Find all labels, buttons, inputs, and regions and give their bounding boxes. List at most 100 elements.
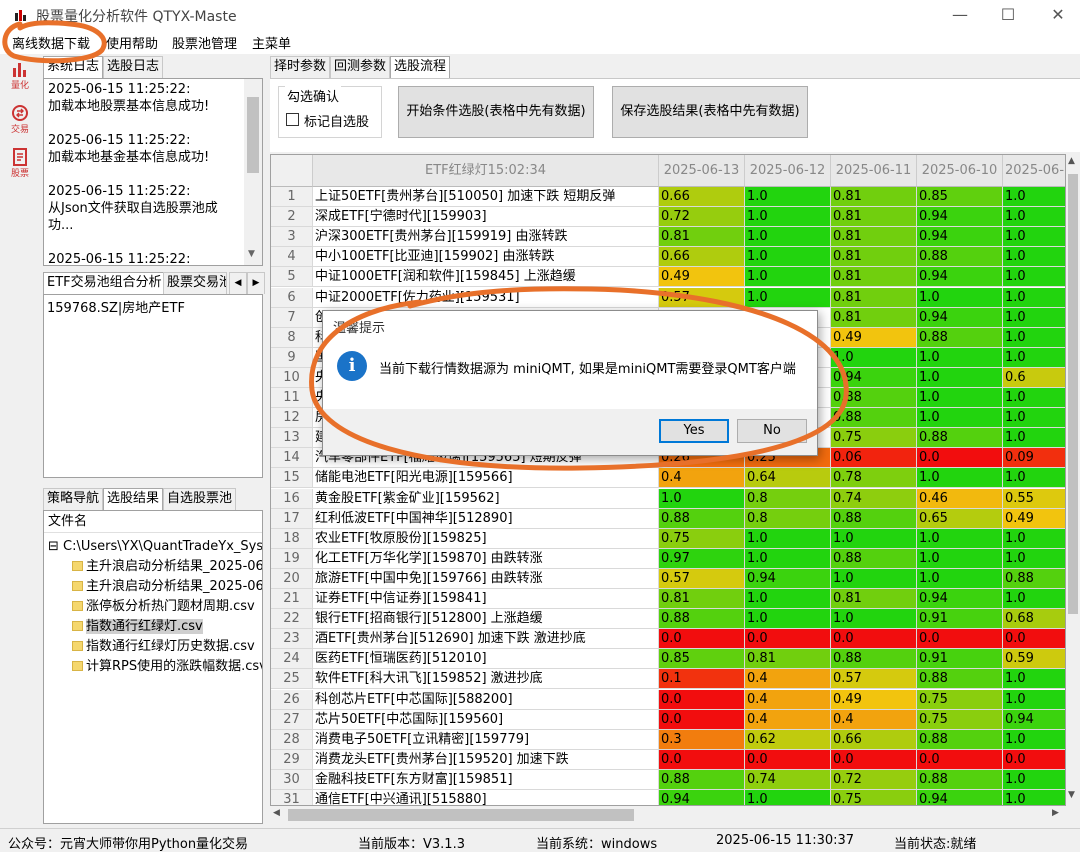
score-cell[interactable]: 1.0 xyxy=(1003,307,1065,328)
score-cell[interactable]: 0.88 xyxy=(659,508,745,529)
score-cell[interactable]: 1.0 xyxy=(745,267,831,288)
score-cell[interactable]: 0.75 xyxy=(831,790,917,805)
score-cell[interactable]: 0.94 xyxy=(917,589,1003,609)
tree-file-item[interactable]: 主升浪启动分析结果_2025-06 xyxy=(48,557,262,577)
score-cell[interactable]: 1.0 xyxy=(1003,689,1065,710)
close-button[interactable]: ✕ xyxy=(1038,4,1078,26)
table-header-date[interactable]: 2025-06-13 xyxy=(659,155,745,187)
table-header-date[interactable]: 2025-06-10 xyxy=(917,155,1003,187)
score-cell[interactable]: 0.0 xyxy=(1003,749,1065,770)
score-cell[interactable]: 0.94 xyxy=(917,227,1003,248)
score-cell[interactable]: 1.0 xyxy=(745,287,831,308)
tree-file-item[interactable]: 计算RPS使用的涨跌幅数据.csv xyxy=(48,657,262,677)
score-cell[interactable]: 0.88 xyxy=(659,609,745,630)
score-cell[interactable]: 0.75 xyxy=(917,689,1003,710)
score-cell[interactable]: 0.06 xyxy=(831,448,917,469)
score-cell[interactable]: 0.66 xyxy=(659,187,745,207)
table-horizontal-scrollbar[interactable]: ◀ ▶ xyxy=(270,806,1066,824)
score-cell[interactable]: 0.0 xyxy=(831,629,917,650)
score-cell[interactable]: 0.81 xyxy=(831,589,917,609)
score-cell[interactable]: 1.0 xyxy=(1003,468,1065,489)
score-cell[interactable]: 1.0 xyxy=(917,548,1003,569)
table-row[interactable]: 1 上证50ETF[贵州茅台][510050] 加速下跌 短期反弹 0.66 1.0 0… xyxy=(271,187,1065,207)
score-cell[interactable]: 1.0 xyxy=(1003,669,1065,690)
table-row[interactable]: 27 芯片50ETF[中芯国际][159560] 0.0 0.4 0.4 0.75 0.94 xyxy=(271,709,1065,730)
score-cell[interactable]: 0.88 xyxy=(831,508,917,529)
score-cell[interactable]: 1.0 xyxy=(831,347,917,368)
tab-etf-pool[interactable]: ETF交易池组合分析 xyxy=(43,272,166,295)
score-cell[interactable]: 0.46 xyxy=(917,488,1003,509)
score-cell[interactable]: 0.4 xyxy=(745,669,831,690)
etf-name-cell[interactable]: 上证50ETF[贵州茅台][510050] 加速下跌 短期反弹 xyxy=(313,187,659,207)
score-cell[interactable]: 1.0 xyxy=(917,568,1003,589)
score-cell[interactable]: 0.88 xyxy=(917,669,1003,690)
yes-button[interactable]: Yes xyxy=(659,419,729,443)
score-cell[interactable]: 0.66 xyxy=(831,729,917,750)
score-cell[interactable]: 1.0 xyxy=(831,609,917,630)
score-cell[interactable]: 0.8 xyxy=(745,508,831,529)
score-cell[interactable]: 0.94 xyxy=(917,307,1003,328)
score-cell[interactable]: 1.0 xyxy=(1003,227,1065,248)
score-cell[interactable]: 0.88 xyxy=(917,769,1003,790)
score-cell[interactable]: 0.94 xyxy=(917,790,1003,805)
score-cell[interactable]: 1.0 xyxy=(1003,790,1065,805)
log-scroll-thumb[interactable] xyxy=(247,97,259,173)
score-cell[interactable]: 1.0 xyxy=(1003,247,1065,268)
tab-scroll-left[interactable]: ◀ xyxy=(229,272,247,294)
score-cell[interactable]: 1.0 xyxy=(745,227,831,248)
score-cell[interactable]: 0.8 xyxy=(745,488,831,509)
menu-offline-download[interactable]: 离线数据下载 xyxy=(12,33,90,52)
score-cell[interactable]: 1.0 xyxy=(745,548,831,569)
table-row[interactable]: 2 深成ETF[宁德时代][159903] 0.72 1.0 0.81 0.94 1.0 xyxy=(271,207,1065,228)
score-cell[interactable]: 0.85 xyxy=(917,187,1003,207)
score-cell[interactable]: 0.0 xyxy=(745,629,831,650)
table-row[interactable]: 21 证券ETF[中信证券][159841] 0.81 1.0 0.81 0.94 1.0 xyxy=(271,589,1065,609)
etf-name-cell[interactable]: 沪深300ETF[贵州茅台][159919] 由涨转跌 xyxy=(313,227,659,248)
tab-strategy-nav[interactable]: 策略导航 xyxy=(43,488,104,510)
score-cell[interactable]: 1.0 xyxy=(1003,207,1065,228)
score-cell[interactable]: 0.94 xyxy=(831,367,917,388)
etf-name-cell[interactable]: 通信ETF[中兴通讯][515880] xyxy=(313,790,659,805)
tab-system-log[interactable]: 系统日志 xyxy=(43,56,104,79)
table-row[interactable]: 31 通信ETF[中兴通讯][515880] 0.94 1.0 0.75 0.94 1.0 xyxy=(271,790,1065,805)
tree-expander-icon[interactable]: ⊟ xyxy=(48,539,59,554)
score-cell[interactable]: 0.0 xyxy=(745,749,831,770)
table-row[interactable]: 25 软件ETF[科大讯飞][159852] 激进抄底 0.1 0.4 0.57 0.88… xyxy=(271,669,1065,690)
score-cell[interactable]: 1.0 xyxy=(917,408,1003,429)
score-cell[interactable]: 0.75 xyxy=(917,709,1003,730)
etf-name-cell[interactable]: 消费电子50ETF[立讯精密][159779] xyxy=(313,729,659,750)
score-cell[interactable]: 1.0 xyxy=(831,528,917,549)
tree-file-item[interactable]: 指数通行红绿灯历史数据.csv xyxy=(48,637,262,657)
score-cell[interactable]: 1.0 xyxy=(745,207,831,228)
table-header-date[interactable]: 2025-06-11 xyxy=(831,155,917,187)
score-cell[interactable]: 1.0 xyxy=(659,488,745,509)
score-cell[interactable]: 0.57 xyxy=(831,669,917,690)
score-cell[interactable]: 0.81 xyxy=(831,287,917,308)
score-cell[interactable]: 0.88 xyxy=(917,327,1003,348)
menu-stock-pool[interactable]: 股票池管理 xyxy=(172,33,237,52)
table-row[interactable]: 26 科创芯片ETF[中芯国际][588200] 0.0 0.4 0.49 0.75 1.0 xyxy=(271,689,1065,710)
score-cell[interactable]: 1.0 xyxy=(745,609,831,630)
score-cell[interactable]: 0.0 xyxy=(917,749,1003,770)
table-row[interactable]: 18 农业ETF[牧原股份][159825] 0.75 1.0 1.0 1.0 1.0 xyxy=(271,528,1065,549)
score-cell[interactable]: 0.91 xyxy=(917,649,1003,670)
score-cell[interactable]: 0.59 xyxy=(1003,649,1065,670)
score-cell[interactable]: 0.0 xyxy=(659,629,745,650)
score-cell[interactable]: 1.0 xyxy=(1003,267,1065,288)
table-row[interactable]: 22 银行ETF[招商银行][512800] 上涨趋缓 0.88 1.0 1.0 0.91… xyxy=(271,609,1065,630)
save-result-button[interactable]: 保存选股结果(表格中先有数据) xyxy=(612,86,808,138)
etf-name-cell[interactable]: 深成ETF[宁德时代][159903] xyxy=(313,207,659,228)
score-cell[interactable]: 0.81 xyxy=(745,649,831,670)
tree-file-item[interactable]: 主升浪启动分析结果_2025-06 xyxy=(48,577,262,597)
table-row[interactable]: 4 中小100ETF[比亚迪][159902] 由涨转跌 0.66 1.0 0.81 0.… xyxy=(271,247,1065,268)
etf-name-cell[interactable]: 软件ETF[科大讯飞][159852] 激进抄底 xyxy=(313,669,659,690)
etf-name-cell[interactable]: 储能电池ETF[阳光电源][159566] xyxy=(313,468,659,489)
score-cell[interactable]: 0.09 xyxy=(1003,448,1065,469)
score-cell[interactable]: 0.65 xyxy=(917,508,1003,529)
table-scroll-right[interactable]: ▶ xyxy=(1052,808,1059,818)
score-cell[interactable]: 1.0 xyxy=(1003,327,1065,348)
etf-name-cell[interactable]: 中证2000ETF[佐力药业][159531] xyxy=(313,287,659,308)
table-row[interactable]: 16 黄金股ETF[紫金矿业][159562] 1.0 0.8 0.74 0.46 0.55 xyxy=(271,488,1065,509)
score-cell[interactable]: 0.94 xyxy=(745,568,831,589)
score-cell[interactable]: 0.68 xyxy=(1003,609,1065,630)
